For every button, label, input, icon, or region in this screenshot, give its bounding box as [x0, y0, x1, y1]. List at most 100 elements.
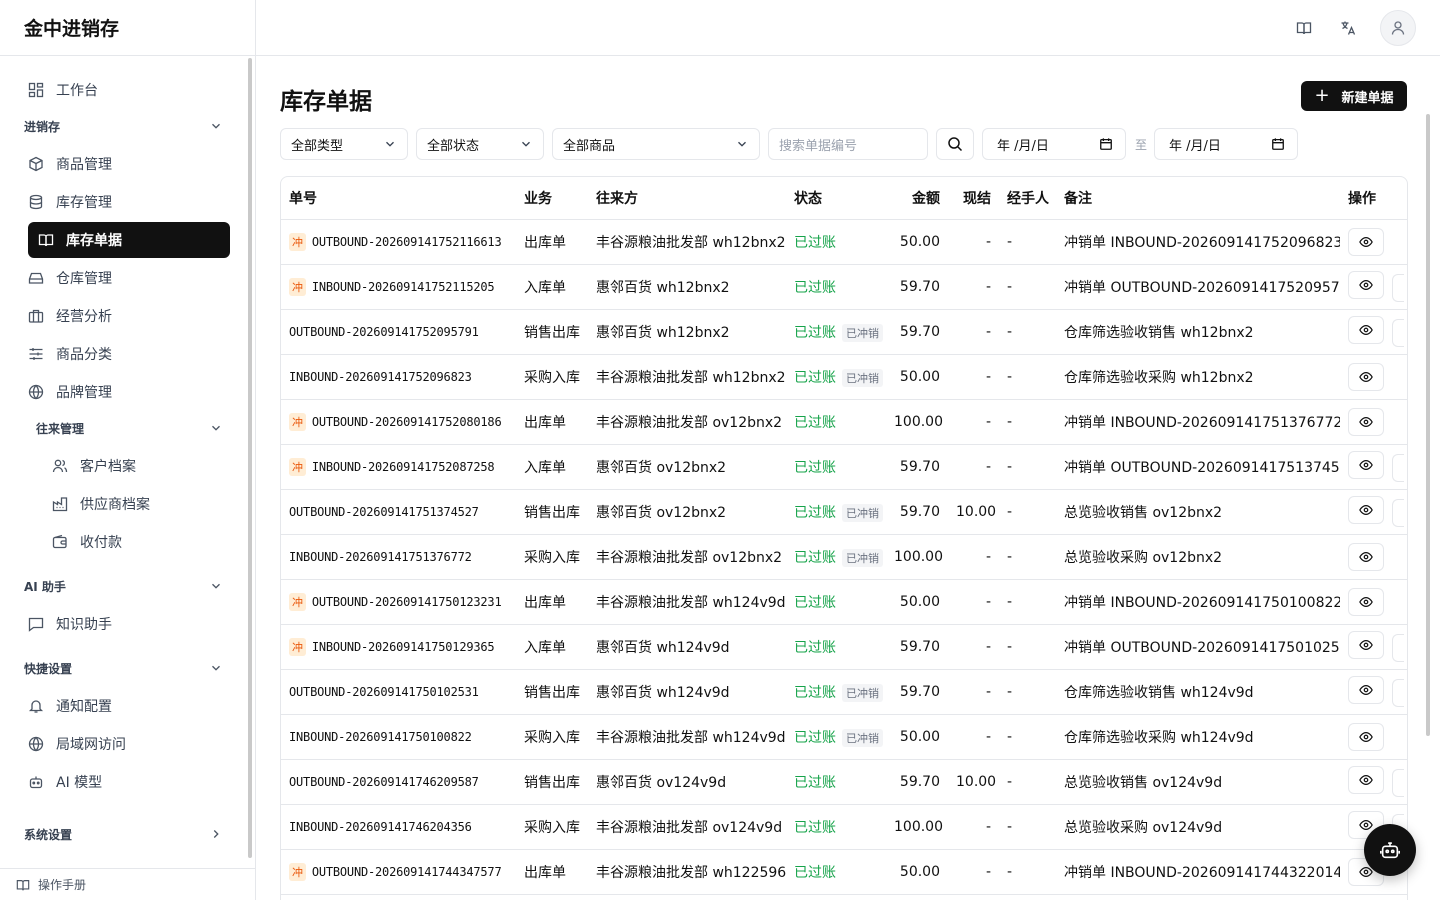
- sidebar-item-ai-model[interactable]: AI 模型: [28, 764, 231, 800]
- sidebar-item-warehouse[interactable]: 仓库管理: [28, 260, 231, 296]
- view-button[interactable]: [1348, 271, 1384, 299]
- globe-icon: [28, 384, 44, 400]
- search-button[interactable]: [936, 128, 974, 160]
- amount-cell: 59.70: [886, 669, 948, 715]
- type-select[interactable]: 全部类型: [280, 128, 408, 160]
- view-button[interactable]: [1348, 631, 1384, 659]
- product-select-value: 全部商品: [563, 138, 616, 154]
- date-from-input[interactable]: 年 /月/日: [982, 128, 1126, 160]
- sidebar-item-workbench[interactable]: 工作台: [28, 72, 231, 108]
- actions-cell: [1340, 399, 1407, 445]
- doc-code: OUTBOUND-202609141751374527: [289, 504, 479, 519]
- docs-button[interactable]: [1292, 16, 1316, 40]
- sidebar-item-label: 商品分类: [56, 347, 112, 363]
- table-row[interactable]: 冲 OUTBOUND-202609141750123231 出库单 丰谷源粮油批发部 …: [281, 579, 1407, 625]
- amount-cell: 59.70: [886, 759, 948, 805]
- table-row[interactable]: OUTBOUND-202609141751374527 销售出库 惠邻百货 ov12…: [281, 489, 1407, 535]
- group-ai[interactable]: AI 助手: [24, 570, 223, 602]
- table-row[interactable]: 冲 OUTBOUND-202609141744347577 出库单 丰谷源粮油批发部 …: [281, 849, 1407, 895]
- table-row[interactable]: OUTBOUND-202609141746209587 销售出库 惠邻百货 ov12…: [281, 759, 1407, 805]
- view-button[interactable]: [1348, 496, 1384, 524]
- sidebar-item-knowledge[interactable]: 知识助手: [28, 606, 231, 642]
- sidebar-item-categories[interactable]: 商品分类: [28, 336, 231, 372]
- ai-assistant-fab[interactable]: [1364, 824, 1416, 876]
- table-row[interactable]: 冲 INBOUND-202609141752115205 入库单 惠邻百货 wh12b…: [281, 264, 1407, 310]
- col-header-code[interactable]: 单号: [281, 177, 516, 220]
- view-button[interactable]: [1348, 766, 1384, 794]
- view-button[interactable]: [1348, 676, 1384, 704]
- view-button[interactable]: [1348, 227, 1384, 256]
- view-button[interactable]: [1348, 722, 1384, 751]
- doc-code-cell: OUTBOUND-202609141750102531: [281, 669, 516, 715]
- table-row[interactable]: 冲 OUTBOUND-202609141752080186 出库单 丰谷源粮油批发部 …: [281, 399, 1407, 445]
- table-row[interactable]: 冲 INBOUND-202609141752087258 入库单 惠邻百货 ov12b…: [281, 444, 1407, 490]
- product-select[interactable]: 全部商品: [552, 128, 760, 160]
- main-scrollbar[interactable]: [1426, 114, 1430, 736]
- date-to-input[interactable]: 年 /月/日: [1154, 128, 1298, 160]
- reverse-button[interactable]: [1392, 679, 1404, 707]
- sidebar-item-notifications[interactable]: 通知配置: [28, 688, 231, 724]
- reversal-badge: 冲: [289, 412, 306, 431]
- amount-cell: 100.00: [886, 534, 948, 580]
- sidebar-item-products[interactable]: 商品管理: [28, 146, 231, 182]
- view-button[interactable]: [1348, 451, 1384, 479]
- doc-code: OUTBOUND-202609141752116613: [311, 234, 502, 249]
- col-header-party[interactable]: 往来方: [588, 177, 786, 220]
- reverse-button[interactable]: [1392, 499, 1404, 527]
- search-input[interactable]: 搜索单据编号: [768, 128, 928, 160]
- sidebar-item-stock-docs[interactable]: 库存单据: [28, 222, 230, 258]
- eye-icon: [1359, 550, 1373, 564]
- view-button[interactable]: [1348, 316, 1384, 344]
- col-header-note[interactable]: 备注: [1056, 177, 1340, 220]
- amount-cell: 50.00: [886, 714, 948, 760]
- table-row[interactable]: 冲 OUTBOUND-202609141752116613 出库单 丰谷源粮油批发部 …: [281, 219, 1407, 265]
- doc-code: OUTBOUND-202609141744347577: [311, 864, 502, 879]
- new-document-button[interactable]: + 新建单据: [1301, 81, 1407, 111]
- view-button[interactable]: [1348, 362, 1384, 391]
- table-row[interactable]: INBOUND-202609141750100822 采购入库 丰谷源粮油批发部 w…: [281, 714, 1407, 760]
- group-quick-settings[interactable]: 快捷设置: [24, 652, 223, 684]
- table-row[interactable]: INBOUND-202609141746204356 采购入库 丰谷源粮油批发部 o…: [281, 804, 1407, 850]
- table-row[interactable]: OUTBOUND-202609141752095791 销售出库 惠邻百货 wh12…: [281, 309, 1407, 355]
- reverse-button[interactable]: [1392, 769, 1404, 797]
- table-row[interactable]: OUTBOUND-202609141750102531 销售出库 惠邻百货 wh12…: [281, 669, 1407, 715]
- reverse-button[interactable]: [1392, 319, 1404, 347]
- view-button[interactable]: [1348, 407, 1384, 436]
- status-text: 已过账: [794, 819, 836, 836]
- group-system-settings[interactable]: 系统设置: [24, 818, 223, 850]
- group-contacts[interactable]: 往来管理: [36, 412, 223, 444]
- col-header-business[interactable]: 业务: [516, 177, 588, 220]
- status-cell: 已过账: [786, 804, 886, 850]
- sidebar-item-stock[interactable]: 库存管理: [28, 184, 231, 220]
- language-button[interactable]: [1336, 16, 1360, 40]
- manual-link[interactable]: 操作手册: [0, 868, 255, 900]
- col-header-status[interactable]: 状态: [786, 177, 886, 220]
- sidebar-item-brands[interactable]: 品牌管理: [28, 374, 231, 410]
- user-avatar[interactable]: [1380, 10, 1416, 46]
- sidebar-item-suppliers[interactable]: 供应商档案: [52, 486, 231, 522]
- table-row[interactable]: INBOUND-202609141752096823 采购入库 丰谷源粮油批发部 w…: [281, 354, 1407, 400]
- reverse-button[interactable]: [1392, 274, 1404, 302]
- table-row[interactable]: 冲 INBOUND-202609141750129365 入库单 惠邻百货 wh124…: [281, 624, 1407, 670]
- documents-table: 单号 业务 往来方 状态 金额 现结 经手人 备注 操作 冲 OUTBOUND-2…: [280, 176, 1408, 900]
- doc-code-cell: 冲 OUTBOUND-202609141752080186: [281, 399, 516, 445]
- reversal-badge: 冲: [289, 592, 306, 611]
- col-header-amount[interactable]: 金额: [886, 177, 948, 220]
- group-inventory[interactable]: 进销存: [24, 110, 223, 142]
- sidebar-scrollbar[interactable]: [248, 58, 252, 858]
- status-select[interactable]: 全部状态: [416, 128, 544, 160]
- sidebar-item-customers[interactable]: 客户档案: [52, 448, 231, 484]
- status-cell: 已过账 已冲销: [786, 534, 886, 580]
- view-button[interactable]: [1348, 587, 1384, 616]
- manual-label: 操作手册: [38, 878, 87, 892]
- reverse-button[interactable]: [1392, 634, 1404, 662]
- col-header-handler[interactable]: 经手人: [999, 177, 1056, 220]
- col-header-cash[interactable]: 现结: [948, 177, 999, 220]
- sidebar-item-analytics[interactable]: 经营分析: [28, 298, 231, 334]
- sidebar-item-lan-access[interactable]: 局域网访问: [28, 726, 231, 762]
- sidebar-item-payments[interactable]: 收付款: [52, 524, 231, 560]
- actions-cell: [1340, 759, 1407, 805]
- view-button[interactable]: [1348, 542, 1384, 571]
- table-row[interactable]: INBOUND-202609141751376772 采购入库 丰谷源粮油批发部 o…: [281, 534, 1407, 580]
- reverse-button[interactable]: [1392, 454, 1404, 482]
